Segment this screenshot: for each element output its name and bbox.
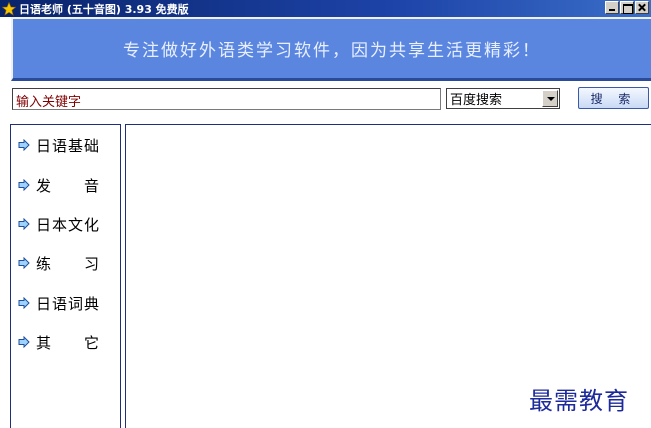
minimize-button[interactable]	[605, 1, 619, 14]
sidebar-menu: 日语基础 发 音 日本文化 练 习 日语词典 其 它	[10, 124, 121, 428]
sidebar-item-label: 日本文化	[36, 215, 101, 234]
sidebar-item-label: 日语词典	[36, 294, 101, 313]
star-icon	[2, 1, 16, 16]
sidebar-item-pronunciation[interactable]: 发 音	[18, 175, 100, 195]
sidebar-item-label: 发 音	[36, 176, 101, 195]
close-button[interactable]	[635, 1, 649, 14]
dropdown-arrow-icon[interactable]	[542, 90, 558, 107]
search-button[interactable]: 搜 索	[578, 87, 649, 109]
title-bar: 日语老师 (五十音图) 3.93 免费版	[0, 0, 651, 17]
sidebar-item-other[interactable]: 其 它	[18, 332, 100, 352]
sidebar-item-japanese-culture[interactable]: 日本文化	[18, 214, 100, 234]
search-input[interactable]: 输入关键字	[12, 88, 441, 110]
window-controls	[605, 1, 649, 14]
search-engine-select[interactable]: 百度搜索	[446, 88, 560, 109]
watermark-text: 最需教育	[529, 387, 629, 415]
arrow-right-icon	[18, 179, 30, 191]
sidebar-item-japanese-basics[interactable]: 日语基础	[18, 135, 100, 155]
maximize-button[interactable]	[620, 1, 634, 14]
banner: 专注做好外语类学习软件，因为共享生活更精彩！	[11, 17, 651, 81]
arrow-right-icon	[18, 139, 30, 151]
arrow-right-icon	[18, 336, 30, 348]
sidebar-item-label: 其 它	[36, 333, 101, 352]
arrow-right-icon	[18, 297, 30, 309]
window-title: 日语老师 (五十音图) 3.93 免费版	[19, 2, 189, 16]
sidebar-item-label: 练 习	[36, 254, 101, 273]
sidebar-item-practice[interactable]: 练 习	[18, 253, 100, 273]
sidebar-item-label: 日语基础	[36, 136, 101, 155]
banner-slogan: 专注做好外语类学习软件，因为共享生活更精彩！	[123, 41, 541, 61]
search-engine-value: 百度搜索	[450, 93, 503, 108]
arrow-right-icon	[18, 218, 30, 230]
sidebar-item-dictionary[interactable]: 日语词典	[18, 293, 100, 313]
arrow-right-icon	[18, 257, 30, 269]
